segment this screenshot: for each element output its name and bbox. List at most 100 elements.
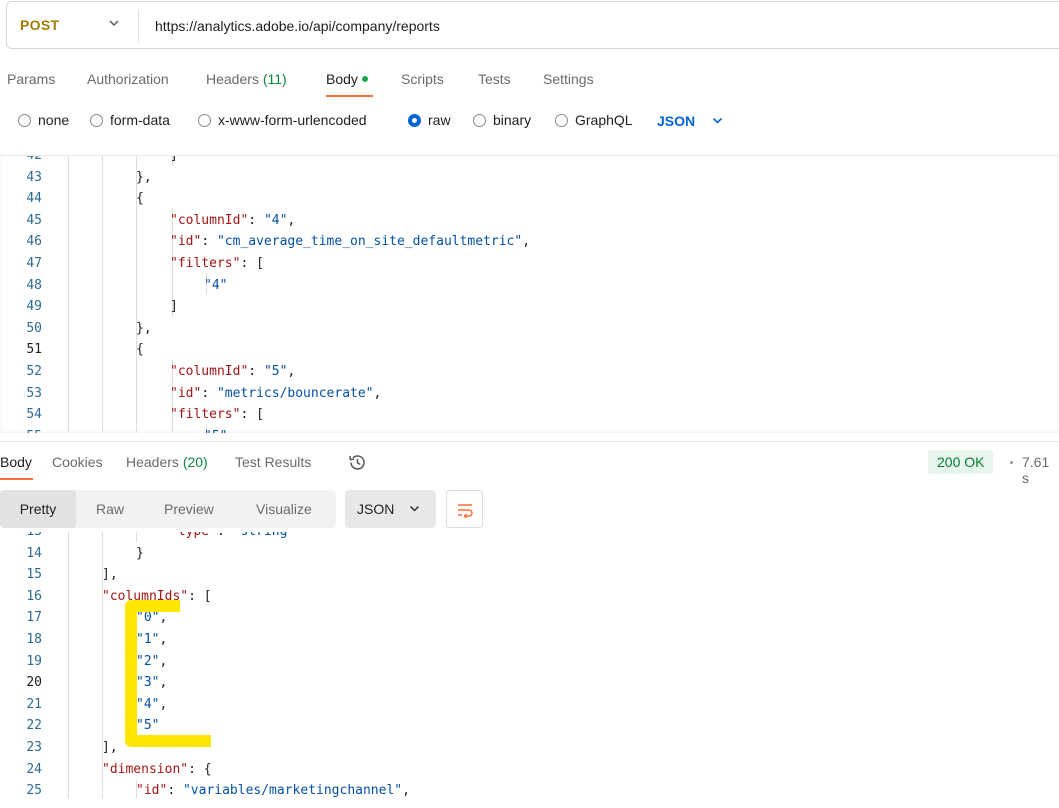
code-text: "filters": [ [170,404,264,426]
json-string: "4" [136,696,160,712]
code-text: "type": "string" [170,532,295,543]
tab-label: Body [326,71,358,87]
tab-response-headers[interactable]: Headers (20) [126,454,208,470]
radio-none[interactable]: none [18,112,69,128]
chevron-down-icon[interactable] [107,16,121,30]
view-raw-button[interactable]: Raw [96,490,124,528]
tab-cookies[interactable]: Cookies [52,454,103,470]
chevron-down-icon[interactable] [711,114,724,127]
tab-count: (11) [262,71,287,87]
json-punctuation: : [ [188,588,212,604]
json-string: "5" [263,364,288,379]
view-visualize-button[interactable]: Visualize [256,490,312,528]
code-line: 52 "columnId": "5", [0,361,1059,383]
code-text: { [136,188,144,210]
json-punctuation: , [373,385,382,401]
json-punctuation: }, [136,169,152,185]
code-line: 15], [0,564,1059,586]
radio-circle-icon [198,113,211,127]
tab-response-body[interactable]: Body [0,454,32,470]
code-text: "columnId": "5", [170,361,295,383]
line-number: 14 [26,545,42,561]
response-body-viewer[interactable]: 13"type": "string"14}15],16"columnIds": … [0,532,1059,798]
url-input[interactable]: https://analytics.adobe.io/api/company/r… [155,18,440,34]
code-text: "columnIds": [ [102,586,212,608]
response-time[interactable]: 7.61 s [1022,454,1059,486]
line-number: 16 [26,588,42,604]
json-key: "id" [170,385,202,401]
json-string: "1" [136,632,160,647]
code-line: 18 "1", [0,629,1059,651]
tab-headers[interactable]: Headers (11) [206,71,287,87]
code-line: 48 "4" [0,275,1059,297]
status-badge[interactable]: 200 OK [928,450,994,474]
tab-label: Test Results [235,454,312,470]
code-line: 45 "columnId": "4", [0,210,1059,232]
json-punctuation: , [159,653,168,669]
line-number: 25 [26,783,42,798]
json-key: "type" [170,532,217,539]
json-string: "metrics/bouncerate" [216,385,374,401]
radio-label: x-www-form-urlencoded [218,112,367,128]
tab-authorization[interactable]: Authorization [87,71,169,87]
view-preview-button[interactable]: Preview [164,490,214,528]
response-format-select[interactable]: JSON [345,490,436,528]
line-number: 44 [26,191,42,207]
code-text: "5" [204,426,227,433]
code-text: "id": "variables/marketingchannel", [136,780,410,798]
line-number: 18 [26,632,42,647]
json-string: "5" [204,429,227,433]
json-punctuation: ] [170,299,178,315]
line-number: 24 [26,761,42,777]
code-text: { [136,339,144,361]
radio-graphql[interactable]: GraphQL [555,112,633,128]
view-mode-switch: Pretty Raw Preview Visualize [0,490,336,528]
radio-raw[interactable]: raw [408,112,451,128]
json-punctuation: { [136,191,144,207]
tab-body[interactable]: Body [326,71,368,87]
history-icon[interactable] [347,452,368,473]
radio-circle-icon [555,113,568,127]
radio-label: form-data [110,112,170,128]
tab-label: Cookies [52,454,103,470]
json-key: "columnIds" [102,588,189,604]
json-punctuation: , [159,610,168,626]
line-number: 53 [26,385,42,401]
tab-params[interactable]: Params [7,71,55,87]
code-text: "dimension": { [102,759,212,781]
radio-x-www-form-urlencoded[interactable]: x-www-form-urlencoded [198,112,367,128]
active-tab-indicator [326,95,373,97]
json-punctuation: , [287,212,296,228]
tab-test-results[interactable]: Test Results [235,454,311,470]
response-view-toolbar: Pretty Raw Preview Visualize JSON [0,490,1059,528]
line-number: 46 [26,234,42,250]
language-select[interactable]: JSON [657,113,695,129]
body-type-options: none form-data x-www-form-urlencoded raw… [0,108,1059,134]
tab-label: Tests [478,71,511,87]
line-number: 48 [26,277,42,293]
json-punctuation: { [136,342,144,358]
code-text: "filters": [ [170,253,264,275]
radio-label: GraphQL [575,112,633,128]
code-text: "4" [204,275,227,297]
tab-scripts[interactable]: Scripts [401,71,444,87]
radio-form-data[interactable]: form-data [90,112,170,128]
tab-tests[interactable]: Tests [478,71,511,87]
request-body-editor[interactable]: 42] 43}, 44{45 "columnId": "4", 46 "id": "cm_… [0,155,1059,433]
radio-binary[interactable]: binary [473,112,531,128]
wrap-lines-button[interactable] [446,490,483,528]
method-select[interactable]: POST [20,17,59,33]
code-line: 20 "3", [0,672,1059,694]
code-line: 53 "id": "metrics/bouncerate", [0,383,1059,405]
code-line: 16 "columnIds": [ [0,586,1059,608]
code-text: "2", [136,651,167,673]
code-line: 14} [0,543,1059,565]
view-pretty-button[interactable]: Pretty [0,490,76,528]
tab-settings[interactable]: Settings [543,71,594,87]
code-text: "id": "metrics/bouncerate", [170,383,381,405]
line-number: 49 [26,299,42,315]
code-line: 55 "5" [0,426,1059,433]
line-number: 54 [26,407,42,423]
request-tabs: Params Authorization Headers (11) Body S… [0,68,1059,98]
line-number: 21 [26,696,42,712]
